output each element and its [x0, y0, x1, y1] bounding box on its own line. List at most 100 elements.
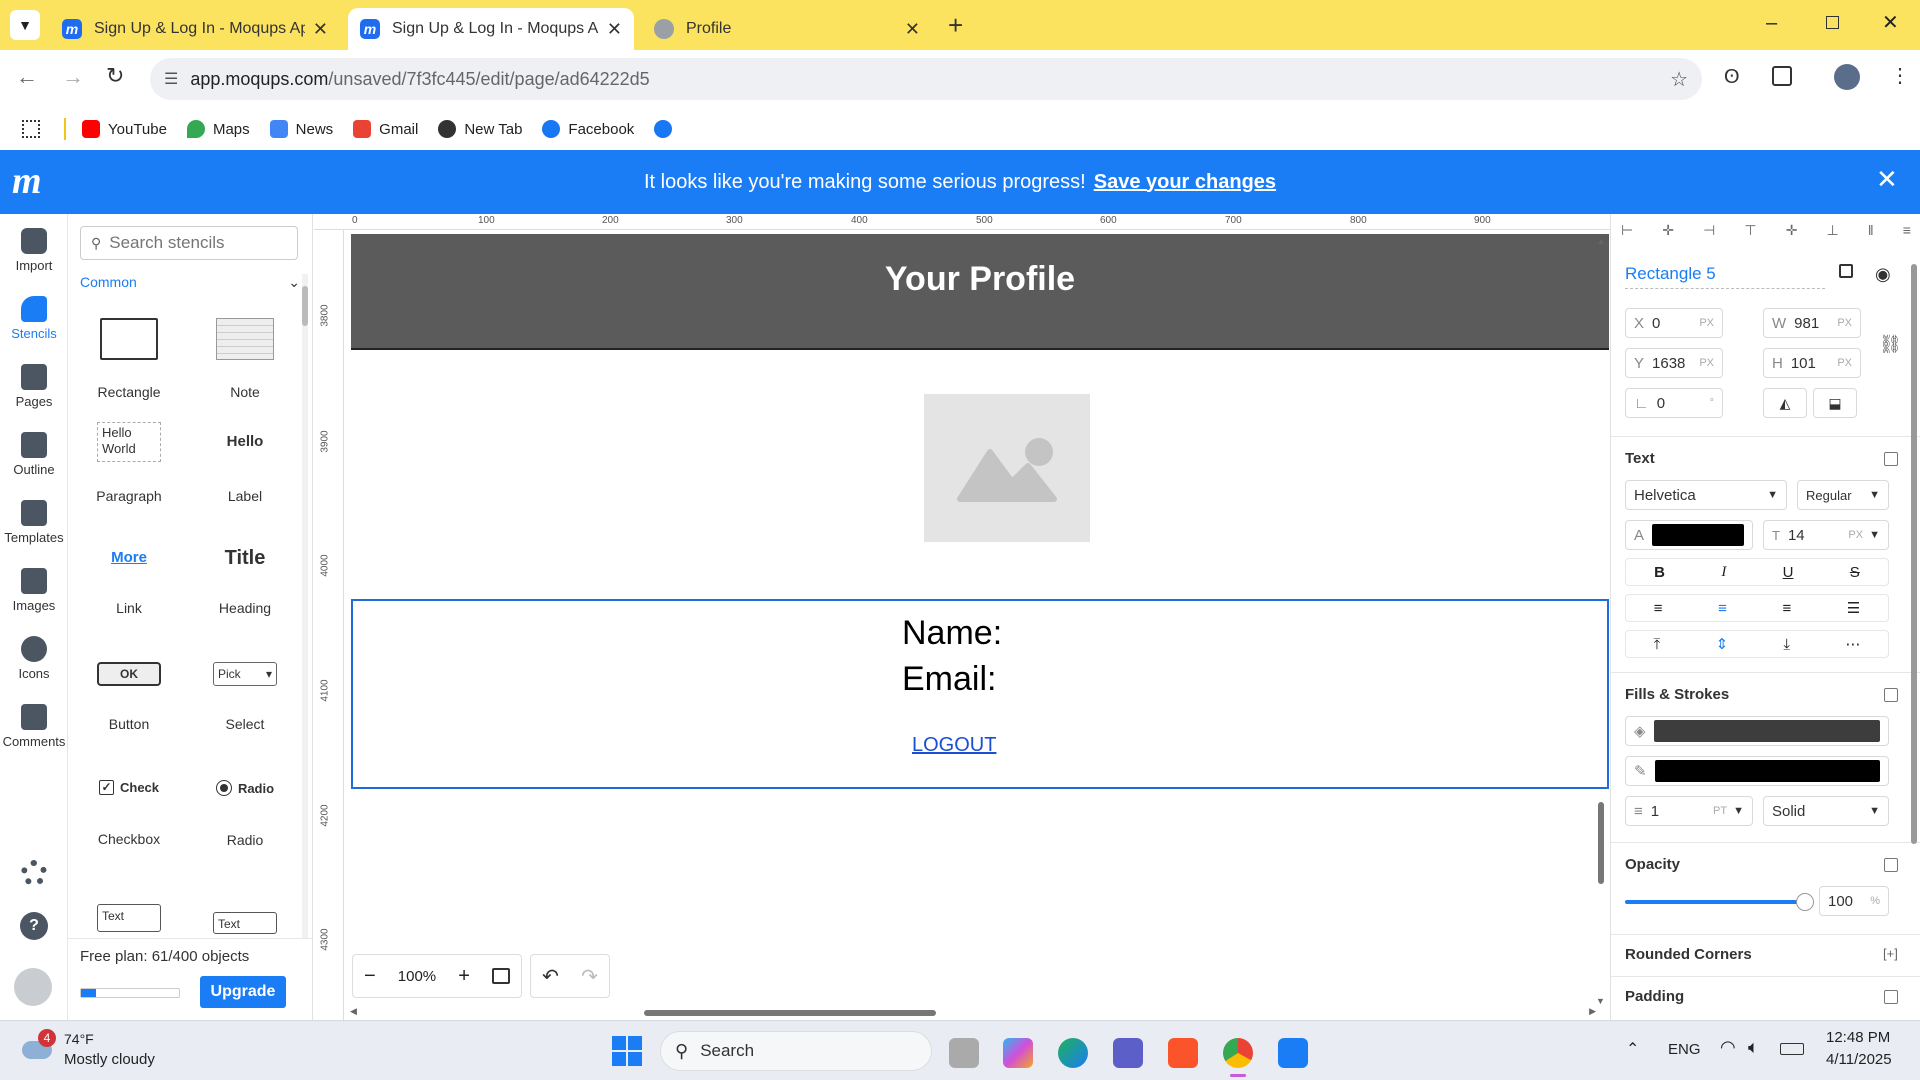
email-label[interactable]: Email: [902, 660, 996, 699]
text-color-field[interactable]: A [1625, 520, 1753, 550]
bookmark-youtube[interactable]: YouTube [82, 120, 167, 138]
logout-link[interactable]: LOGOUT [912, 734, 996, 757]
strikethrough-icon[interactable]: S [1850, 564, 1860, 581]
align-top-icon[interactable]: ⊤ [1744, 222, 1756, 240]
opacity-slider-handle[interactable] [1796, 893, 1814, 911]
browser-menu-icon[interactable]: ⋮ [1890, 63, 1910, 88]
url-bar[interactable]: ☰ app.moqups.com /unsaved/7f3fc445/edit/… [150, 58, 1702, 100]
stencil-note[interactable]: Note [188, 298, 302, 400]
align-right-icon[interactable]: ⊣ [1703, 222, 1715, 240]
font-size-field[interactable]: T 14 PX ▼ [1763, 520, 1889, 550]
stencil-text-input[interactable]: Text [72, 904, 186, 932]
close-window-icon[interactable]: ✕ [1882, 10, 1899, 35]
align-text-center-icon[interactable]: ≡ [1718, 600, 1727, 617]
minimize-icon[interactable]: – [1766, 12, 1777, 35]
stencil-rectangle[interactable]: Rectangle [72, 298, 186, 400]
close-tab-icon[interactable]: ✕ [313, 19, 328, 40]
reload-icon[interactable]: ↻ [106, 63, 124, 89]
angle-field[interactable]: ∟ 0 ° [1625, 388, 1723, 418]
underline-icon[interactable]: U [1783, 564, 1794, 581]
lock-icon[interactable] [1839, 264, 1853, 278]
more-options-icon[interactable]: ⋯ [1845, 635, 1860, 653]
stroke-color-field[interactable]: ✎ [1625, 756, 1889, 786]
clock-time[interactable]: 12:48 PM [1826, 1029, 1890, 1046]
tab-list-dropdown[interactable]: ▼ [10, 10, 40, 40]
copilot-icon[interactable] [1003, 1038, 1033, 1068]
file-explorer-icon[interactable] [949, 1038, 979, 1068]
battery-icon[interactable] [1780, 1043, 1804, 1055]
category-dropdown[interactable]: Common ⌄ [80, 274, 300, 291]
name-label[interactable]: Name: [902, 614, 1002, 653]
bookmark-gmail[interactable]: Gmail [353, 120, 418, 138]
zoom-level[interactable]: 100% [398, 968, 436, 985]
back-icon[interactable]: ← [16, 64, 38, 90]
weather-widget[interactable]: 4 74°F Mostly cloudy [20, 1029, 180, 1073]
bookmark-news[interactable]: News [269, 120, 333, 138]
scroll-right-arrow-icon[interactable]: ▶ [1589, 1006, 1596, 1017]
font-weight-select[interactable]: Regular ▼ [1797, 480, 1889, 510]
clock-date[interactable]: 4/11/2025 [1826, 1051, 1892, 1068]
wifi-icon[interactable]: ◠ [1720, 1037, 1736, 1058]
help-icon[interactable]: ? [20, 912, 48, 940]
profile-header-title[interactable]: Your Profile [885, 260, 1075, 348]
scroll-left-arrow-icon[interactable]: ◀ [350, 1006, 357, 1017]
zoom-in-button[interactable]: + [458, 965, 470, 988]
bookmark-star-icon[interactable]: ☆ [1670, 67, 1688, 92]
restore-icon[interactable] [1826, 16, 1839, 29]
edge-icon[interactable] [1058, 1038, 1088, 1068]
upgrade-button[interactable]: Upgrade [200, 976, 286, 1008]
profile-avatar[interactable] [1834, 64, 1860, 90]
teams-icon[interactable] [1113, 1038, 1143, 1068]
profile-header-rect[interactable]: Your Profile [351, 234, 1609, 350]
distribute-v-icon[interactable]: ≡ [1903, 222, 1911, 240]
browser-tab-3[interactable]: Profile ✕ [642, 8, 932, 50]
align-left-icon[interactable]: ⊢ [1621, 222, 1633, 240]
scroll-thumb[interactable] [1598, 802, 1604, 884]
canvas-area[interactable]: 0 100 200 300 400 500 600 700 800 900 38… [314, 214, 1610, 1020]
volume-icon[interactable]: 🔈︎ [1748, 1037, 1759, 1058]
rail-import[interactable]: Import [0, 228, 68, 273]
apps-grid-icon[interactable] [22, 120, 40, 138]
fill-color-swatch[interactable] [1653, 720, 1880, 742]
forward-icon[interactable]: → [62, 64, 84, 90]
stencil-select[interactable]: Pick ▾ Select [188, 644, 302, 732]
canvas-vertical-scrollbar[interactable]: ▲ ▼ [1596, 236, 1606, 1006]
x-field[interactable]: X 0 PX [1625, 308, 1723, 338]
brave-icon[interactable] [1168, 1038, 1198, 1068]
rail-outline[interactable]: Outline [0, 432, 68, 477]
stroke-style-select[interactable]: Solid ▼ [1763, 796, 1889, 826]
visibility-eye-icon[interactable]: ◉ [1875, 264, 1891, 285]
windows-start-icon[interactable] [612, 1036, 642, 1066]
stencil-heading[interactable]: Title Heading [188, 530, 302, 616]
link-dimensions-icon[interactable]: ⛓ [1879, 334, 1902, 355]
y-field[interactable]: Y 1638 PX [1625, 348, 1723, 378]
rail-stencils[interactable]: Stencils [0, 296, 68, 341]
stencil-checkbox[interactable]: ✓ Check Checkbox [72, 760, 186, 847]
undo-icon[interactable]: ↶ [542, 964, 559, 989]
h-field[interactable]: H 101 PX [1763, 348, 1861, 378]
align-text-left-icon[interactable]: ≡ [1654, 600, 1663, 617]
bold-icon[interactable]: B [1654, 564, 1665, 581]
rail-templates[interactable]: Templates [0, 500, 68, 545]
rail-images[interactable]: Images [0, 568, 68, 613]
zoom-out-button[interactable]: − [364, 965, 376, 988]
show-hidden-icons[interactable]: ⌃ [1626, 1039, 1639, 1059]
language-indicator[interactable]: ENG [1668, 1041, 1701, 1058]
rail-icons[interactable]: Icons [0, 636, 68, 681]
flip-vertical-button[interactable]: ⬓ [1813, 388, 1857, 418]
canvas-horizontal-scrollbar[interactable]: ◀ ▶ [344, 1006, 1596, 1018]
stencil-search-box[interactable]: ⚲ [80, 226, 298, 260]
scroll-down-arrow-icon[interactable]: ▼ [1596, 996, 1605, 1006]
rail-comments[interactable]: Comments [0, 704, 68, 749]
puzzle-extensions-icon[interactable] [1772, 66, 1792, 86]
expand-rounded-corners-icon[interactable]: [+] [1883, 946, 1898, 961]
browser-tab-1[interactable]: m Sign Up & Log In - Moqups App ✕ [50, 8, 340, 50]
copy-style-icon[interactable] [1884, 858, 1898, 872]
align-text-justify-icon[interactable]: ☰ [1847, 599, 1860, 617]
copy-style-icon[interactable] [1884, 452, 1898, 466]
w-field[interactable]: W 981 PX [1763, 308, 1861, 338]
stencil-paragraph[interactable]: Hello World Paragraph [72, 414, 186, 504]
bookmark-new-tab[interactable]: New Tab [438, 120, 522, 138]
save-changes-link[interactable]: Save your changes [1094, 171, 1276, 194]
font-family-select[interactable]: Helvetica ▼ [1625, 480, 1787, 510]
